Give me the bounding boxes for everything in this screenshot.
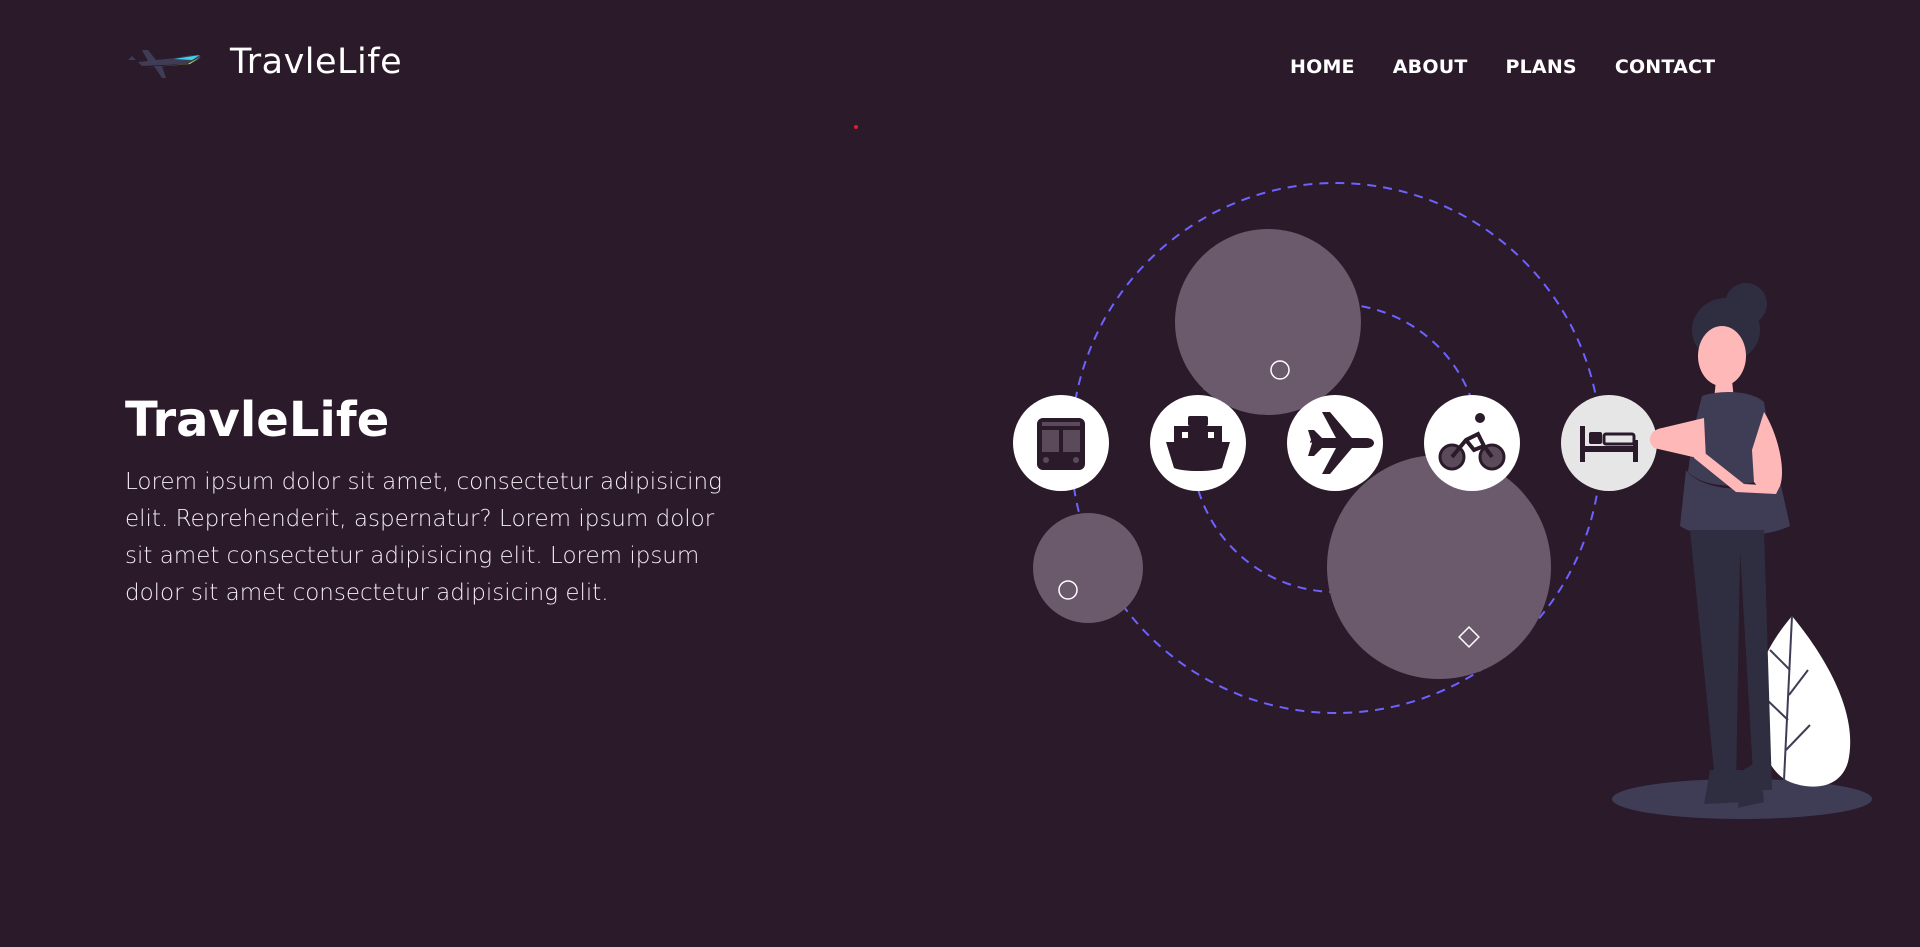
nav-item-about[interactable]: ABOUT	[1393, 56, 1468, 78]
bicycle-icon	[1424, 395, 1520, 491]
nav-item-plans[interactable]: PLANS	[1505, 56, 1576, 78]
hero-title: TravleLife	[125, 392, 390, 448]
brand-logo[interactable]: TravleLife	[126, 40, 402, 84]
nav-item-home[interactable]: HOME	[1290, 56, 1355, 78]
nav-item-contact[interactable]: CONTACT	[1615, 56, 1716, 78]
bed-icon	[1561, 395, 1657, 491]
brand-name: TravleLife	[230, 42, 403, 82]
red-dot	[854, 125, 858, 129]
hero-section: TravleLife Lorem ipsum dolor sit amet, c…	[125, 392, 745, 612]
bubble-left	[1033, 513, 1143, 623]
bubble-top	[1175, 229, 1361, 415]
hero-description: Lorem ipsum dolor sit amet, consectetur …	[125, 469, 722, 606]
airplane-logo-icon	[128, 50, 201, 78]
bubble-bottom	[1327, 455, 1551, 679]
airplane-icon	[1287, 395, 1383, 491]
main-nav: HOME ABOUT PLANS CONTACT	[1290, 56, 1715, 78]
bus-icon	[1013, 395, 1109, 491]
travel-illustration	[1013, 182, 1872, 819]
ship-icon	[1150, 395, 1246, 491]
woman-figure	[1649, 283, 1790, 808]
page: TravleLife HOME ABOUT PLANS CONTACT Trav…	[0, 0, 1920, 947]
